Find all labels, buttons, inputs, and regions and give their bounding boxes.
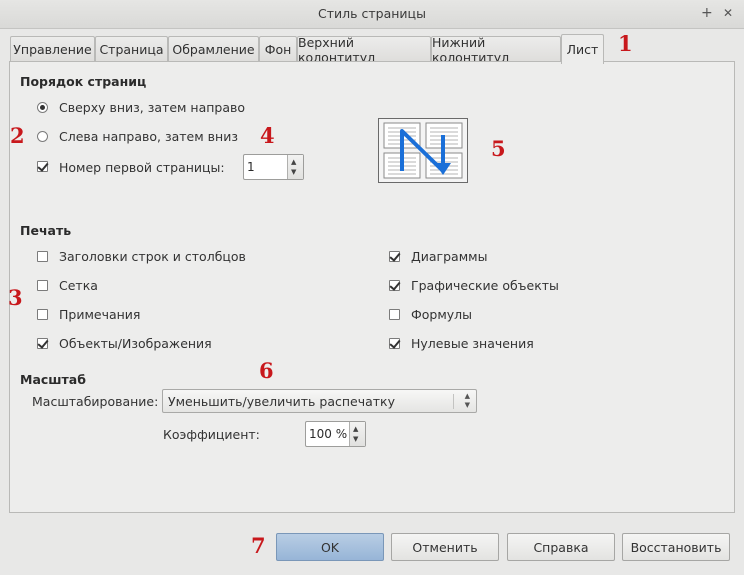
first-page-value[interactable]: 1 xyxy=(247,160,255,174)
spinner-arrows[interactable]: ▲ ▼ xyxy=(349,422,365,446)
annotation-2: 2 xyxy=(10,123,25,148)
first-page-spinner[interactable]: 1 ▲ ▼ xyxy=(243,154,304,180)
print-drawings-label: Графические объекты xyxy=(411,278,559,293)
print-heading: Печать xyxy=(20,223,72,238)
print-zero-values-label: Нулевые значения xyxy=(411,336,534,351)
page-order-preview-icon xyxy=(378,118,468,183)
tab-borders[interactable]: Обрамление xyxy=(168,36,259,62)
print-headers-label: Заголовки строк и столбцов xyxy=(59,249,246,264)
print-grid-label: Сетка xyxy=(59,278,98,293)
title-bar: Стиль страницы + ✕ xyxy=(0,0,744,29)
left-right-label: Слева направо, затем вниз xyxy=(59,129,238,144)
scaling-mode-select[interactable]: Уменьшить/увеличить распечатку ▲ ▼ xyxy=(162,389,477,413)
tab-footer[interactable]: Нижний колонтитул xyxy=(431,35,561,65)
print-comments-label: Примечания xyxy=(59,307,141,322)
chevron-updown-icon: ▲ ▼ xyxy=(464,392,470,409)
annotation-7: 7 xyxy=(251,533,266,558)
tab-page[interactable]: Страница xyxy=(95,36,168,62)
pin-icon[interactable]: + xyxy=(701,5,713,21)
print-headers-checkbox[interactable] xyxy=(37,251,48,262)
annotation-1: 1 xyxy=(618,31,633,56)
first-page-label: Номер первой страницы: xyxy=(59,160,225,175)
top-down-radio[interactable] xyxy=(37,102,48,113)
print-formulas-checkbox[interactable] xyxy=(389,309,400,320)
tab-header[interactable]: Верхний колонтитул xyxy=(297,35,431,65)
print-objects-label: Объекты/Изображения xyxy=(59,336,212,351)
reset-button[interactable]: Восстановить xyxy=(622,533,730,561)
top-down-label: Сверху вниз, затем направо xyxy=(59,100,246,115)
print-charts-checkbox[interactable] xyxy=(389,251,400,262)
annotation-4: 4 xyxy=(260,123,275,148)
print-drawings-checkbox[interactable] xyxy=(389,280,400,291)
ok-button[interactable]: OK xyxy=(276,533,384,561)
scale-factor-spinner[interactable]: 100 % ▲ ▼ xyxy=(305,421,366,447)
tab-background[interactable]: Фон xyxy=(259,36,297,62)
window-title: Стиль страницы xyxy=(318,6,426,21)
scaling-mode-label: Масштабирование: xyxy=(32,394,159,409)
first-page-checkbox[interactable] xyxy=(37,161,48,172)
scaling-mode-value: Уменьшить/увеличить распечатку xyxy=(168,394,396,409)
help-button[interactable]: Справка xyxy=(507,533,615,561)
page-order-heading: Порядок страниц xyxy=(20,74,147,89)
tab-sheet[interactable]: Лист xyxy=(561,34,604,64)
spinner-arrows[interactable]: ▲ ▼ xyxy=(287,155,303,179)
scale-factor-label: Коэффициент: xyxy=(163,427,260,442)
print-grid-checkbox[interactable] xyxy=(37,280,48,291)
print-formulas-label: Формулы xyxy=(411,307,473,322)
tab-management[interactable]: Управление xyxy=(10,36,95,62)
print-objects-checkbox[interactable] xyxy=(37,338,48,349)
annotation-5: 5 xyxy=(491,136,506,161)
combo-separator xyxy=(453,394,454,409)
print-charts-label: Диаграммы xyxy=(411,249,488,264)
print-comments-checkbox[interactable] xyxy=(37,309,48,320)
cancel-button[interactable]: Отменить xyxy=(391,533,499,561)
print-zero-values-checkbox[interactable] xyxy=(389,338,400,349)
annotation-6: 6 xyxy=(259,358,274,383)
close-icon[interactable]: ✕ xyxy=(723,5,733,21)
annotation-3: 3 xyxy=(8,285,23,310)
scale-factor-value[interactable]: 100 % xyxy=(309,427,347,441)
left-right-radio[interactable] xyxy=(37,131,48,142)
scale-heading: Масштаб xyxy=(20,372,86,387)
